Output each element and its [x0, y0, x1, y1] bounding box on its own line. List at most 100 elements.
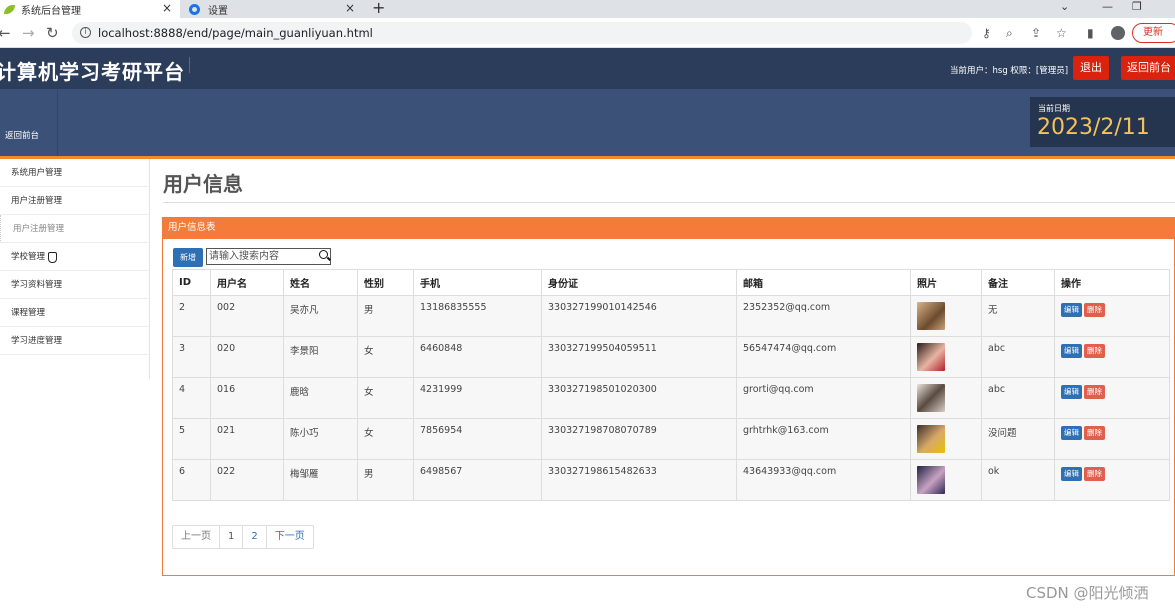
edit-button[interactable]: 编辑 [1061, 303, 1082, 317]
cell-gender: 女 [357, 377, 414, 419]
next-page-button[interactable]: 下一页 [267, 526, 313, 548]
table-row: 5 021 陈小巧 女 7856954 330327198708070789 g… [172, 418, 1170, 460]
cell-id: 4 [172, 377, 211, 419]
cell-photo [910, 459, 982, 501]
cell-id: 2 [172, 295, 211, 337]
zoom-icon[interactable]: ⌕ [1006, 26, 1013, 41]
edit-button[interactable]: 编辑 [1061, 344, 1082, 358]
sidebar-item-system-users[interactable]: 系统用户管理 [0, 159, 150, 187]
user-photo[interactable] [917, 384, 945, 412]
user-photo[interactable] [917, 302, 945, 330]
star-icon[interactable]: ☆ [1056, 26, 1067, 40]
prev-page-button[interactable]: 上一页 [173, 526, 220, 548]
hand-cursor-icon [48, 252, 57, 263]
cell-id: 3 [172, 336, 211, 378]
info-icon[interactable]: i [80, 27, 91, 38]
col-actions: 操作 [1054, 269, 1170, 296]
delete-button[interactable]: 删除 [1084, 467, 1105, 481]
back-arrow-icon[interactable]: ← [0, 24, 11, 42]
cell-actions: 编辑 删除 [1054, 418, 1170, 460]
tab-settings[interactable]: 设置 × [185, 0, 363, 18]
cell-id: 6 [172, 459, 211, 501]
update-button[interactable]: 更新 [1132, 23, 1175, 43]
gear-icon [189, 3, 200, 15]
table-row: 2 002 吴亦凡 男 13186835555 3303271990101425… [172, 295, 1170, 337]
edit-button[interactable]: 编辑 [1061, 385, 1082, 399]
tab-admin[interactable]: 系统后台管理 × [0, 0, 180, 18]
delete-button[interactable]: 删除 [1084, 303, 1105, 317]
profile-avatar[interactable] [1111, 26, 1125, 40]
watermark: CSDN @阳光倾洒 [1026, 584, 1149, 602]
reload-icon[interactable]: ↻ [46, 24, 59, 42]
url-bar[interactable]: i localhost:8888/end/page/main_guanliyua… [72, 22, 972, 44]
user-photo[interactable] [917, 343, 945, 371]
search-placeholder: 请输入搜索内容 [209, 251, 279, 262]
add-button[interactable]: 新增 [173, 248, 203, 267]
col-email: 邮箱 [736, 269, 911, 296]
col-name: 姓名 [283, 269, 358, 296]
cell-username: 022 [210, 459, 284, 501]
cell-actions: 编辑 删除 [1054, 295, 1170, 337]
col-photo: 照片 [910, 269, 982, 296]
search-input[interactable]: 请输入搜索内容 [206, 248, 331, 265]
table-row: 6 022 梅邹雁 男 6498567 330327198615482633 4… [172, 459, 1170, 501]
cell-gender: 女 [357, 418, 414, 460]
cell-note: abc [981, 336, 1055, 378]
share-icon[interactable]: ⇪ [1031, 26, 1041, 40]
user-photo[interactable] [917, 466, 945, 494]
chevron-down-icon[interactable]: ⌄ [1060, 0, 1069, 13]
minimize-icon[interactable]: — [1102, 0, 1113, 13]
sidepanel-icon[interactable]: ▮ [1087, 26, 1094, 40]
cell-idcard: 330327199010142546 [541, 295, 737, 337]
sidebar-item-courses[interactable]: 课程管理 [0, 299, 150, 327]
panel-title: 用户信息表 [163, 217, 1175, 239]
cell-phone: 4231999 [413, 377, 542, 419]
new-tab-icon[interactable]: + [372, 0, 385, 17]
key-icon[interactable]: ⚷ [982, 26, 991, 40]
cell-photo [910, 377, 982, 419]
cell-phone: 13186835555 [413, 295, 542, 337]
sidebar-item-schools[interactable]: 学校管理 [0, 243, 150, 271]
cell-note: 没问题 [981, 418, 1055, 460]
divider [163, 202, 1175, 203]
delete-button[interactable]: 删除 [1084, 344, 1105, 358]
cell-username: 002 [210, 295, 284, 337]
sidebar-item-study-materials[interactable]: 学习资料管理 [0, 271, 150, 299]
logout-button[interactable]: 退出 [1073, 56, 1109, 80]
forward-arrow-icon[interactable]: → [22, 24, 35, 42]
cell-actions: 编辑 删除 [1054, 377, 1170, 419]
sidebar-item-user-registration[interactable]: 用户注册管理 [0, 187, 150, 215]
cell-phone: 7856954 [413, 418, 542, 460]
date-label: 当前日期 [1038, 104, 1070, 113]
cell-email: 2352352@qq.com [736, 295, 911, 337]
cell-name: 梅邹雁 [283, 459, 358, 501]
url-text[interactable]: localhost:8888/end/page/main_guanliyuan.… [98, 26, 373, 40]
page-1-button[interactable]: 1 [220, 526, 244, 548]
delete-button[interactable]: 删除 [1084, 426, 1105, 440]
date-value: 2023/2/11 [1037, 115, 1150, 140]
cell-note: abc [981, 377, 1055, 419]
page-title: 用户信息 [163, 172, 243, 196]
cell-name: 吴亦凡 [283, 295, 358, 337]
cell-username: 021 [210, 418, 284, 460]
cell-username: 020 [210, 336, 284, 378]
cell-idcard: 330327198615482633 [541, 459, 737, 501]
user-photo[interactable] [917, 425, 945, 453]
sidebar-item-study-progress[interactable]: 学习进度管理 [0, 327, 150, 355]
delete-button[interactable]: 删除 [1084, 385, 1105, 399]
close-icon[interactable]: × [162, 1, 172, 15]
app-header: 计算机学习考研平台 当前用户：hsg 权限：[管理员] 退出 返回前台 [0, 48, 1175, 89]
cell-email: 43643933@qq.com [736, 459, 911, 501]
tab-title: 系统后台管理 [21, 5, 81, 17]
close-icon[interactable]: × [345, 1, 355, 15]
back-front-link[interactable]: 返回前台 [0, 89, 58, 156]
edit-button[interactable]: 编辑 [1061, 467, 1082, 481]
search-icon[interactable] [319, 250, 328, 259]
page-2-button[interactable]: 2 [243, 526, 267, 548]
col-idcard: 身份证 [541, 269, 737, 296]
sidebar-subitem-user-registration[interactable]: 用户注册管理 [0, 215, 150, 243]
edit-button[interactable]: 编辑 [1061, 426, 1082, 440]
cell-email: 56547474@qq.com [736, 336, 911, 378]
back-to-front-button[interactable]: 返回前台 [1121, 56, 1175, 80]
restore-icon[interactable]: ❐ [1132, 0, 1142, 13]
